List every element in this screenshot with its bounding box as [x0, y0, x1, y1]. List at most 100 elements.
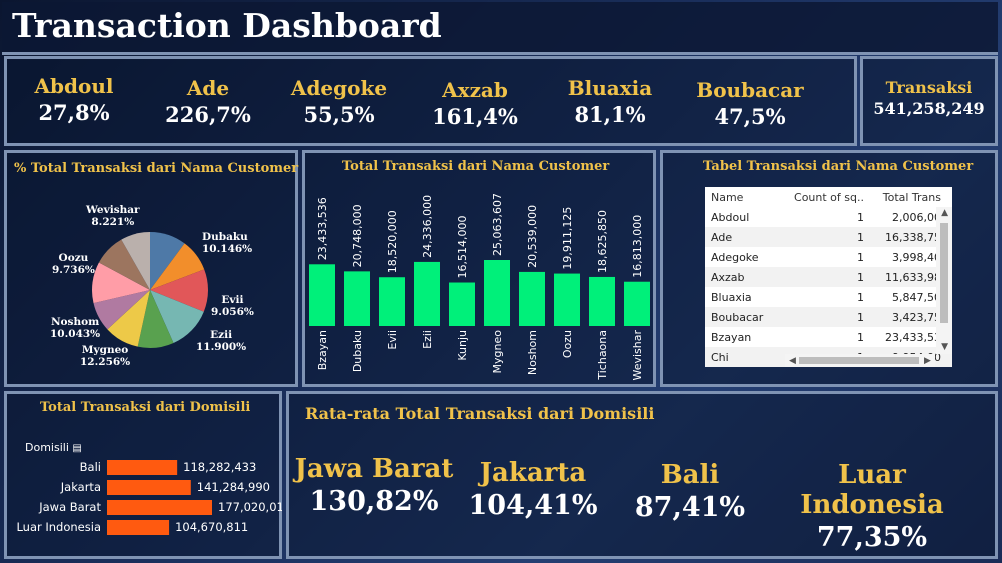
table-cell: 3,423,75: [892, 310, 941, 324]
pie-label-evii: Evii 9.056%: [211, 294, 254, 318]
table-row[interactable]: Boubacar 1 3,423,75: [705, 307, 952, 327]
hbar-jakarta[interactable]: [107, 480, 191, 495]
scroll-down-icon[interactable]: ▼: [941, 342, 948, 352]
bar-title: Total Transaksi dari Nama Customer: [342, 159, 610, 174]
kpi-name: Adegoke: [290, 76, 388, 100]
table-cell: 1: [857, 250, 864, 264]
bar-oozu[interactable]: [554, 273, 580, 326]
hbar-category-label: Bali: [80, 460, 101, 474]
col-header-count[interactable]: Count of sq..: [791, 191, 864, 204]
pie-label-noshom: Noshom 10.043%: [50, 316, 100, 340]
bar-value-label: 18,520,000: [386, 210, 399, 273]
hbar-luar-indonesia[interactable]: [107, 520, 170, 535]
bar-noshom[interactable]: [519, 271, 545, 326]
table-cell: 1: [857, 270, 864, 284]
scroll-thumb[interactable]: [799, 357, 919, 364]
hbar-jawa-barat[interactable]: [107, 500, 212, 515]
data-table[interactable]: Name Count of sq.. Total Trans Abdoul 1 2,…: [705, 187, 952, 367]
table-row[interactable]: Ade 1 16,338,75: [705, 227, 952, 247]
table-row[interactable]: Axzab 1 11,633,98: [705, 267, 952, 287]
domisili-field-label: Domisili ▤: [25, 441, 82, 454]
bar-dubaku[interactable]: [344, 271, 370, 326]
scroll-thumb[interactable]: [940, 223, 948, 323]
table-row[interactable]: Bzayan 1 23,433,53: [705, 327, 952, 347]
kpi-value: 55,5%: [303, 102, 375, 127]
bar-value-label: 20,539,000: [526, 205, 539, 268]
table-cell: 5,847,50: [892, 290, 941, 304]
kpi-value: 226,7%: [165, 102, 251, 127]
domisili-bar-chart: Bali 118,282,433 Jakarta 141,284,990 Jawa Ba…: [16, 460, 282, 535]
sort-icon[interactable]: ▤: [72, 443, 81, 454]
table-cell: Bluaxia: [711, 290, 752, 304]
bar-category-label: Bzayan: [316, 330, 329, 370]
table-cell: 2,006,00: [892, 210, 941, 224]
table-header: Name Count of sq.. Total Trans: [705, 187, 952, 207]
bar-value-label: 19,911,125: [561, 207, 574, 270]
bar-mygneo[interactable]: [484, 260, 510, 326]
hbar-value-label: 104,670,811: [175, 520, 248, 534]
kpi-ade: Ade 226,7%: [148, 76, 268, 127]
table-row[interactable]: Abdoul 1 2,006,00: [705, 207, 952, 227]
col-header-name[interactable]: Name: [705, 191, 791, 204]
table-cell: 3,998,40: [892, 250, 941, 264]
pie-label-dubaku: Dubaku 10.146%: [202, 231, 252, 255]
bar-category-label: Wevishar: [631, 330, 644, 381]
bar-value-label: 20,748,000: [351, 204, 364, 267]
pie-label-name: Dubaku: [202, 231, 248, 243]
pie-label-ezii: Ezii 11.900%: [196, 329, 246, 353]
bar-category-label: Oozu: [561, 330, 574, 358]
col-header-total[interactable]: Total Trans: [864, 191, 941, 204]
pie-label-pct: 8.221%: [91, 216, 135, 228]
bar-ezii[interactable]: [414, 261, 440, 326]
table-title: Tabel Transaksi dari Nama Customer: [703, 159, 974, 174]
avg-value: 77,35%: [816, 522, 928, 553]
vertical-scrollbar[interactable]: [936, 207, 952, 354]
pie-chart: [92, 232, 208, 348]
avg-name: Luar Indonesia: [800, 460, 944, 520]
table-cell: 1: [857, 310, 864, 324]
bar-bzayan[interactable]: [309, 264, 335, 326]
pie-label-name: Evii: [221, 294, 244, 306]
table-row[interactable]: Bluaxia 1 5,847,50: [705, 287, 952, 307]
table-cell: 1: [857, 230, 864, 244]
table-cell: Boubacar: [711, 310, 764, 324]
pie-title: % Total Transaksi dari Nama Customer: [14, 161, 299, 176]
table-cell: Abdoul: [711, 210, 750, 224]
table-cell: Ade: [711, 230, 733, 244]
pie-label-pct: 10.043%: [50, 328, 101, 340]
pie-label-pct: 12.256%: [80, 356, 131, 368]
bar-wevishar[interactable]: [624, 281, 650, 326]
total-label: Transaksi: [885, 78, 973, 97]
table-cell: 23,433,53: [885, 330, 941, 344]
page-title: Transaction Dashboard: [12, 6, 442, 45]
kpi-name: Ade: [186, 76, 230, 100]
bar-tichaona[interactable]: [589, 276, 615, 326]
avg-name: Bali: [660, 460, 720, 490]
pie-label-pct: 9.056%: [211, 306, 254, 318]
scroll-left-icon[interactable]: ◀: [789, 356, 796, 366]
hbar-value-label: 141,284,990: [197, 480, 270, 494]
avg-title: Rata-rata Total Transaksi dari Domisili: [305, 404, 655, 423]
bar-value-label: 23,433,536: [316, 197, 329, 260]
pie-label-pct: 9.736%: [52, 264, 95, 276]
horizontal-scrollbar[interactable]: [785, 354, 935, 367]
kpi-value: 47,5%: [714, 104, 786, 129]
kpi-value: 161,4%: [432, 104, 518, 129]
bar-value-label: 25,063,607: [491, 193, 504, 256]
pie-label-wevishar: Wevishar 8.221%: [86, 204, 140, 228]
kpi-abdoul: Abdoul 27,8%: [14, 74, 134, 125]
table-row[interactable]: Adegoke 1 3,998,40: [705, 247, 952, 267]
total-value: 541,258,249: [873, 99, 985, 118]
hbar-category-label: Jakarta: [60, 480, 101, 494]
avg-bali: Bali 87,41%: [590, 460, 790, 523]
total-card: Transaksi 541,258,249: [862, 78, 996, 118]
hbar-bali[interactable]: [107, 460, 178, 475]
bar-kunju[interactable]: [449, 282, 475, 326]
pie-label-name: Mygneo: [81, 344, 129, 356]
scroll-right-icon[interactable]: ▶: [924, 356, 931, 366]
scroll-up-icon[interactable]: ▲: [941, 208, 948, 218]
field-label: Domisili: [25, 441, 69, 454]
hbar-category-label: Luar Indonesia: [16, 520, 101, 534]
bar-category-label: Mygneo: [491, 330, 504, 374]
bar-evii[interactable]: [379, 277, 405, 326]
